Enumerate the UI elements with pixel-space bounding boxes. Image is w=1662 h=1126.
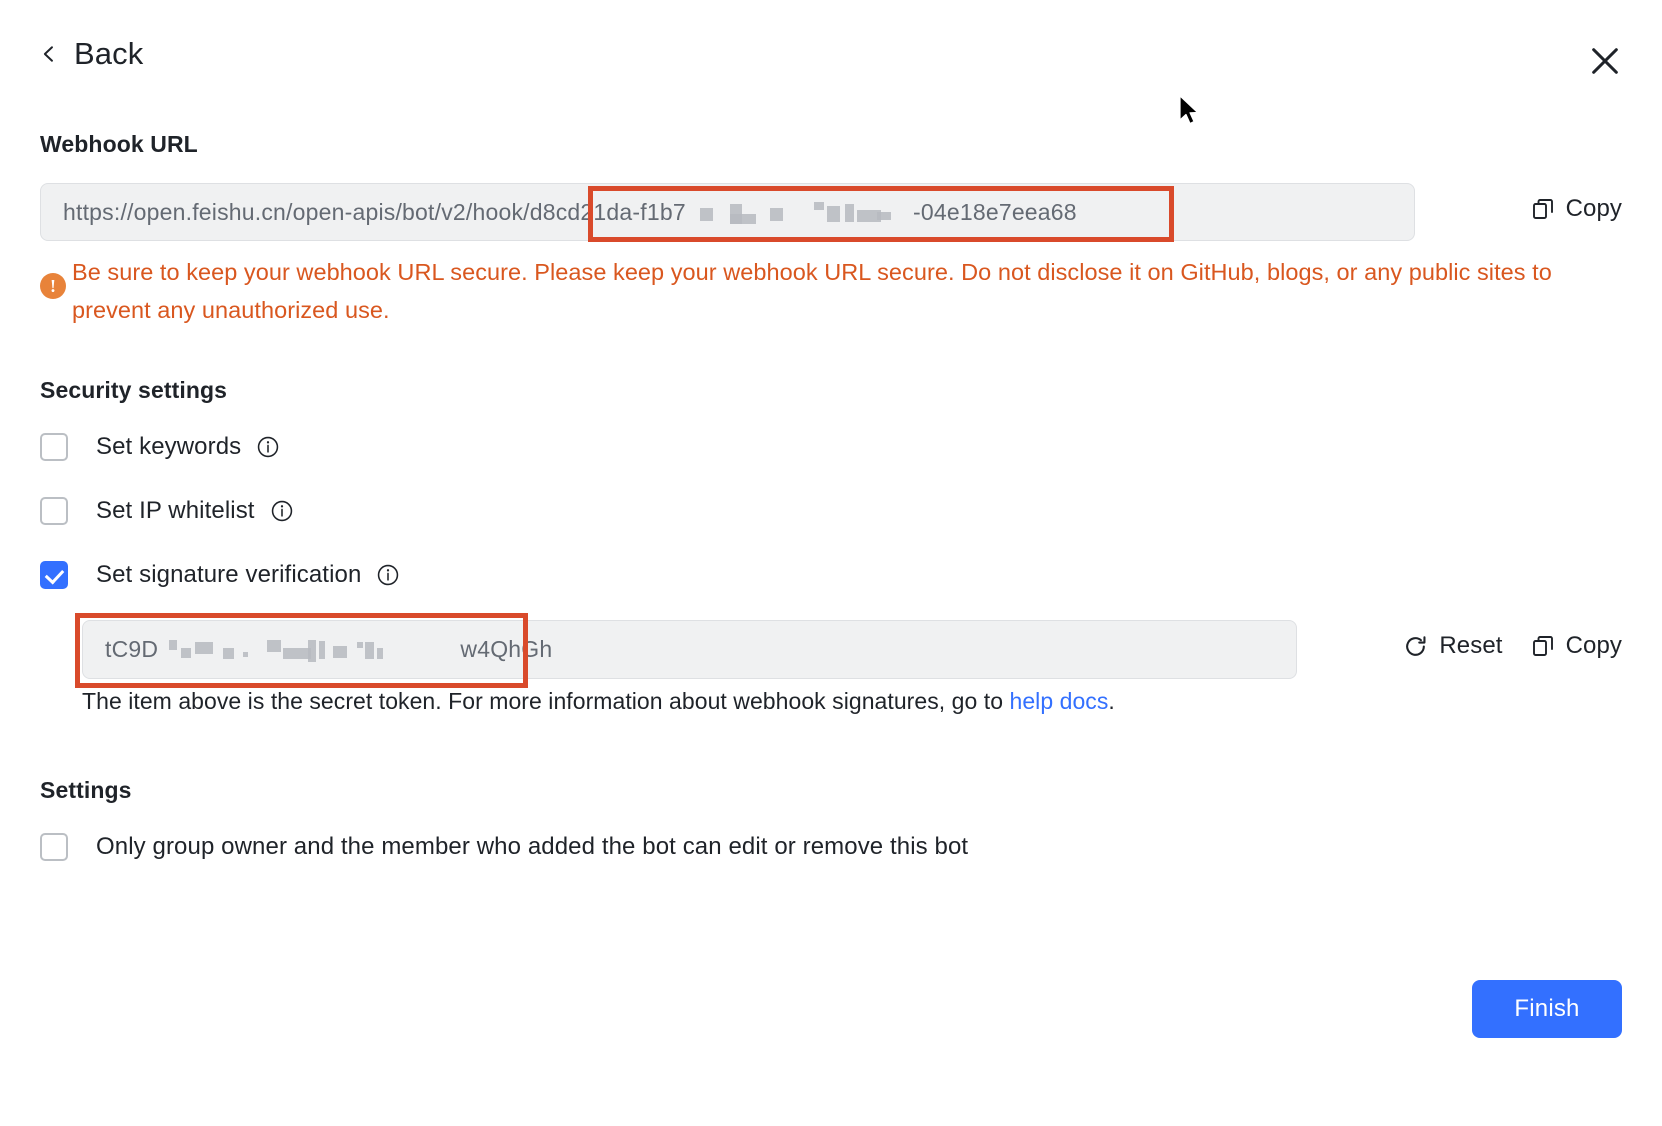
security-settings-heading: Security settings <box>40 377 227 404</box>
secret-token-redacted-block <box>167 640 452 662</box>
webhook-bot-settings-dialog: Back Webhook URL https://open.feishu.cn/… <box>0 0 1662 1126</box>
copy-webhook-url-label: Copy <box>1566 195 1622 223</box>
copy-secret-token-button[interactable]: Copy <box>1531 632 1622 660</box>
checkbox-set-ip-whitelist[interactable] <box>40 497 68 525</box>
webhook-url-prefix: https://open.feishu.cn/open-apis/bot/v2/… <box>63 199 686 225</box>
webhook-security-warning: ! Be sure to keep your webhook URL secur… <box>40 253 1622 329</box>
secret-token-suffix: w4QhGh <box>460 636 552 662</box>
settings-heading: Settings <box>40 777 132 804</box>
chevron-left-icon <box>40 45 58 63</box>
label-set-signature-verification: Set signature verification <box>96 561 361 589</box>
secret-token-help-text: The item above is the secret token. For … <box>82 688 1115 715</box>
secret-token-prefix: tC9D <box>105 636 158 662</box>
webhook-url-input[interactable]: https://open.feishu.cn/open-apis/bot/v2/… <box>40 183 1415 241</box>
secret-token-actions: Reset Copy <box>1403 632 1622 660</box>
copy-webhook-url-button[interactable]: Copy <box>1531 195 1622 223</box>
back-label: Back <box>74 38 143 69</box>
secret-token-input[interactable]: tC9D w4QhGh <box>82 620 1297 679</box>
secret-token-text: tC9D w4QhGh <box>105 636 552 663</box>
webhook-url-heading: Webhook URL <box>40 131 198 158</box>
webhook-url-redacted-block <box>694 202 904 224</box>
label-set-keywords: Set keywords <box>96 433 241 461</box>
webhook-url-text: https://open.feishu.cn/open-apis/bot/v2/… <box>63 199 1077 226</box>
info-circle-icon[interactable] <box>257 436 279 458</box>
close-icon <box>1588 44 1622 78</box>
webhook-url-suffix: -04e18e7eea68 <box>913 199 1077 225</box>
close-button[interactable] <box>1588 44 1622 78</box>
checkbox-row-set-ip-whitelist[interactable]: Set IP whitelist <box>40 497 293 525</box>
dialog-header: Back <box>40 38 1622 92</box>
checkbox-row-restrict-bot-edit[interactable]: Only group owner and the member who adde… <box>40 833 968 861</box>
checkbox-row-set-signature-verification[interactable]: Set signature verification <box>40 561 399 589</box>
reset-secret-token-button[interactable]: Reset <box>1403 632 1502 660</box>
webhook-security-warning-text: Be sure to keep your webhook URL secure.… <box>72 253 1622 329</box>
secret-token-help-after: . <box>1108 688 1114 714</box>
help-docs-link[interactable]: help docs <box>1010 688 1109 714</box>
mouse-cursor <box>1178 95 1200 127</box>
label-set-ip-whitelist: Set IP whitelist <box>96 497 255 525</box>
copy-icon <box>1531 197 1555 221</box>
checkbox-set-keywords[interactable] <box>40 433 68 461</box>
checkbox-row-set-keywords[interactable]: Set keywords <box>40 433 279 461</box>
finish-button[interactable]: Finish <box>1472 980 1622 1038</box>
secret-token-help-before: The item above is the secret token. For … <box>82 688 1010 714</box>
refresh-icon <box>1403 634 1428 659</box>
label-restrict-bot-edit: Only group owner and the member who adde… <box>96 833 968 861</box>
info-circle-icon[interactable] <box>271 500 293 522</box>
checkbox-restrict-bot-edit[interactable] <box>40 833 68 861</box>
reset-secret-token-label: Reset <box>1439 632 1502 660</box>
exclamation-circle-icon: ! <box>40 273 66 299</box>
back-button[interactable]: Back <box>40 38 143 69</box>
info-circle-icon[interactable] <box>377 564 399 586</box>
copy-icon <box>1531 634 1555 658</box>
checkbox-set-signature-verification[interactable] <box>40 561 68 589</box>
secret-token-row: tC9D w4QhGh <box>82 620 1622 682</box>
copy-secret-token-label: Copy <box>1566 632 1622 660</box>
webhook-url-row: https://open.feishu.cn/open-apis/bot/v2/… <box>40 183 1622 243</box>
